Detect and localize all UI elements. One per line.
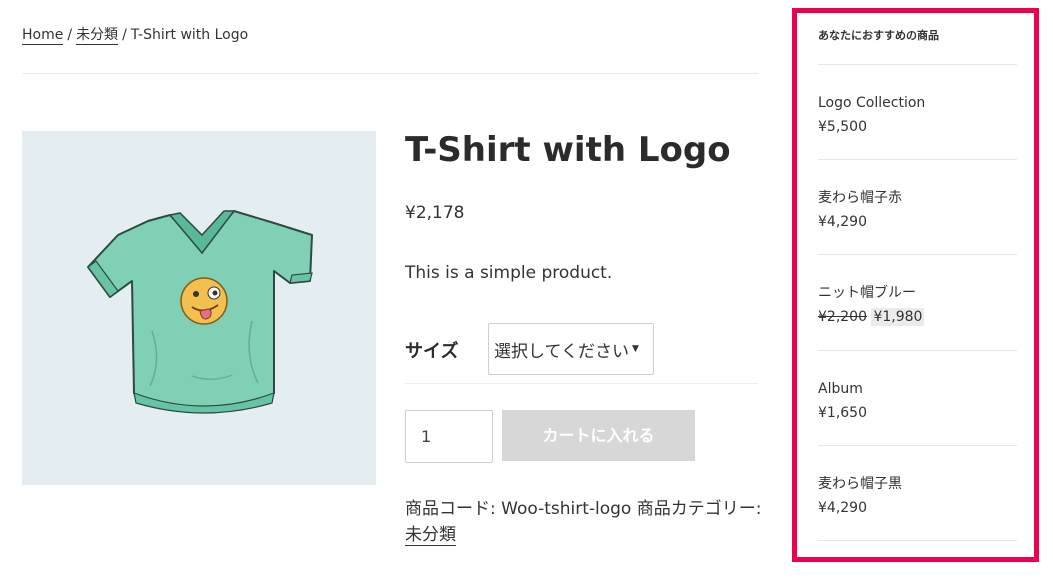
recommended-products-widget: あなたにおすすめの商品 Logo Collection ¥5,500 麦わら帽子… [792, 8, 1039, 562]
widget-divider [818, 64, 1017, 65]
breadcrumb-current: T-Shirt with Logo [130, 27, 249, 43]
sku-value: Woo-tshirt-logo [501, 499, 632, 519]
product-price: ¥2,178 [405, 203, 465, 223]
quantity-input[interactable]: 1 [405, 410, 493, 463]
product-price: ¥4,290 [818, 500, 867, 516]
size-select-value: 選択してください [494, 341, 629, 362]
size-select[interactable]: 選択してください ▼ [488, 323, 654, 375]
product-name-link[interactable]: 麦わら帽子黒 [818, 472, 1018, 496]
caret-down-icon: ▼ [631, 344, 639, 354]
product-price: ¥1,650 [818, 405, 867, 421]
product-title: T-Shirt with Logo [405, 130, 731, 170]
product-price: ¥5,500 [818, 119, 867, 135]
tshirt-image-icon [87, 210, 313, 414]
item-divider [818, 445, 1017, 446]
variation-label-size: サイズ [405, 341, 459, 362]
product-short-description: This is a simple product. [405, 263, 613, 283]
category-label: 商品カテゴリー: [636, 499, 762, 519]
breadcrumb: Home / 未分類 / T-Shirt with Logo [22, 24, 249, 45]
variations-divider [405, 383, 758, 384]
list-item[interactable]: Logo Collection ¥5,500 [818, 91, 1018, 139]
product-name-link[interactable]: Album [818, 377, 1018, 401]
widget-title: あなたにおすすめの商品 [818, 29, 939, 42]
product-price: ¥2,200 ¥1,980 [818, 305, 1018, 329]
breadcrumb-separator: / [122, 27, 127, 43]
product-name-link[interactable]: 麦わら帽子赤 [818, 186, 1018, 210]
list-item[interactable]: ニット帽ブルー ¥2,200 ¥1,980 [818, 281, 1018, 329]
sku-label: 商品コード: [405, 499, 496, 519]
regular-price-strikethrough: ¥2,200 [818, 309, 867, 325]
quantity-value: 1 [421, 427, 432, 446]
list-item[interactable]: Album ¥1,650 [818, 377, 1018, 425]
product-image[interactable] [22, 131, 376, 485]
breadcrumb-home-link[interactable]: Home [22, 27, 64, 45]
product-name-link[interactable]: ニット帽ブルー [818, 281, 1018, 305]
breadcrumb-separator: / [67, 27, 73, 43]
sale-price: ¥1,980 [871, 308, 925, 326]
list-item[interactable]: 麦わら帽子赤 ¥4,290 [818, 186, 1018, 234]
product-name-link[interactable]: Logo Collection [818, 91, 1018, 115]
add-to-cart-button[interactable]: カートに入れる [502, 410, 695, 461]
product-meta: 商品コード: Woo-tshirt-logo 商品カテゴリー: 未分類 [405, 496, 765, 548]
item-divider [818, 540, 1017, 541]
list-item[interactable]: 麦わら帽子黒 ¥4,290 [818, 472, 1018, 520]
header-divider [22, 73, 758, 74]
item-divider [818, 254, 1017, 255]
breadcrumb-category-link[interactable]: 未分類 [76, 27, 119, 45]
item-divider [818, 159, 1017, 160]
category-link[interactable]: 未分類 [405, 525, 456, 546]
item-divider [818, 350, 1017, 351]
product-page: Home / 未分類 / T-Shirt with Logo T-Shirt w… [0, 0, 1053, 579]
product-price: ¥4,290 [818, 214, 867, 230]
